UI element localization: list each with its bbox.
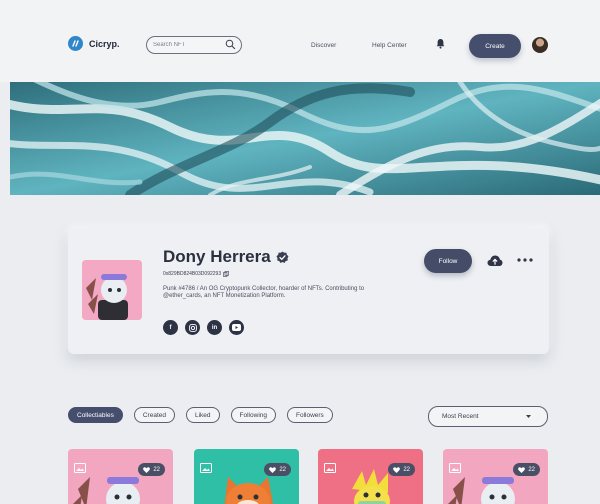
logo-icon [68, 36, 83, 51]
bell-icon[interactable] [436, 38, 445, 49]
image-icon [74, 463, 86, 473]
like-count: 22 [153, 466, 160, 473]
wallet-address-text: 0x829BD824B03D092293 [163, 271, 222, 277]
heart-icon [518, 466, 526, 473]
image-icon [324, 463, 336, 473]
profile-bio: Punk #4786 / An OG Cryptopunk Collector,… [163, 286, 365, 299]
profile-card: Dony Herrera 0x829BD824B03D092293 Punk #… [68, 228, 549, 354]
create-button[interactable]: Create [469, 34, 521, 58]
image-icon [449, 463, 461, 473]
nft-card[interactable]: 22 [443, 449, 548, 504]
nav-discover[interactable]: Discover [311, 42, 336, 49]
heart-icon [143, 466, 151, 473]
sort-selected-value: Most Recent [442, 413, 479, 420]
heart-icon [393, 466, 401, 473]
like-count-badge[interactable]: 22 [513, 463, 540, 476]
brand-name: Cicryp. [89, 38, 120, 49]
like-count-badge[interactable]: 22 [138, 463, 165, 476]
search-box[interactable] [146, 36, 242, 54]
tab-followers[interactable]: Followers [287, 407, 333, 423]
nft-card[interactable]: 22 [194, 449, 299, 504]
tab-created[interactable]: Created [133, 407, 175, 423]
like-count-badge[interactable]: 22 [388, 463, 415, 476]
nav-help-center[interactable]: Help Center [372, 42, 407, 49]
like-count: 22 [528, 466, 535, 473]
profile-banner [10, 82, 600, 195]
like-count-badge[interactable]: 22 [264, 463, 291, 476]
tab-liked[interactable]: Liked [185, 407, 220, 423]
chevron-down-icon [526, 415, 531, 418]
top-nav: Cicryp. Discover Help Center Create [0, 0, 600, 82]
tab-following[interactable]: Following [230, 407, 276, 423]
copy-icon[interactable] [223, 271, 229, 277]
search-icon[interactable] [225, 39, 236, 50]
verified-icon [276, 251, 289, 263]
like-count: 22 [403, 466, 410, 473]
tab-collectiables[interactable]: Collectiables [68, 407, 123, 423]
user-avatar[interactable] [532, 37, 548, 53]
profile-avatar [82, 260, 142, 320]
profile-name: Dony Herrera [163, 247, 271, 266]
wallet-address: 0x829BD824B03D092293 [163, 271, 229, 277]
like-count: 22 [279, 466, 286, 473]
nft-card[interactable]: 22 [68, 449, 173, 504]
search-input[interactable] [153, 42, 219, 48]
instagram-icon[interactable] [185, 320, 200, 335]
social-links: f in [163, 320, 244, 335]
brand-logo[interactable]: Cicryp. [68, 36, 120, 51]
youtube-icon[interactable] [229, 320, 244, 335]
heart-icon [269, 466, 277, 473]
filter-tabs: Collectiables Created Liked Following Fo… [68, 407, 333, 423]
follow-button[interactable]: Follow [424, 249, 472, 273]
upload-cloud-icon[interactable] [487, 254, 503, 267]
facebook-icon[interactable]: f [163, 320, 178, 335]
nft-card[interactable]: 22 [318, 449, 423, 504]
sort-dropdown[interactable]: Most Recent [428, 406, 548, 427]
image-icon [200, 463, 212, 473]
more-options-icon[interactable] [517, 258, 533, 262]
linkedin-icon[interactable]: in [207, 320, 222, 335]
